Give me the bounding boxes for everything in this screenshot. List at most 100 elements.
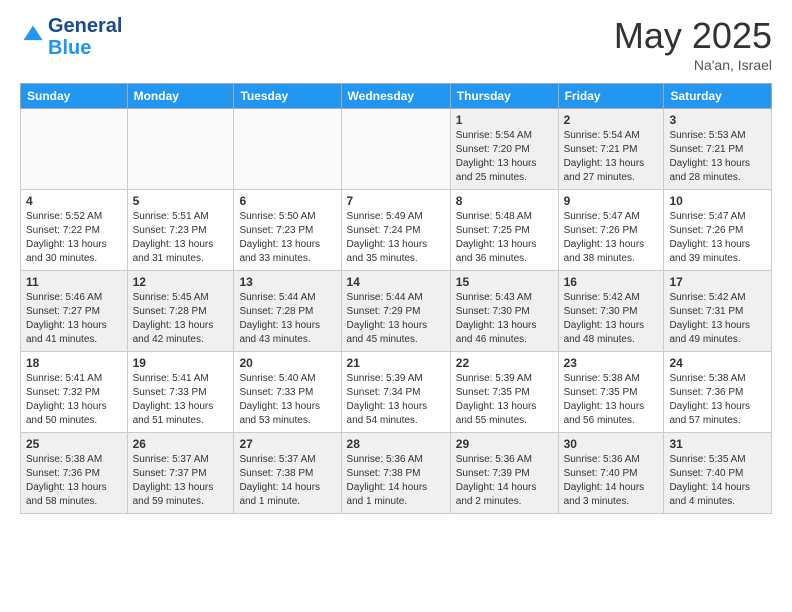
logo: General Blue [20,15,122,59]
day-info: Sunrise: 5:36 AMSunset: 7:38 PMDaylight:… [347,453,445,509]
day-number: 24 [669,356,766,370]
daylight-text: Daylight: 13 hours [456,158,537,169]
day-info: Sunrise: 5:43 AMSunset: 7:30 PMDaylight:… [456,291,553,347]
calendar-cell: 1Sunrise: 5:54 AMSunset: 7:20 PMDaylight… [450,109,558,190]
calendar-week-3: 18 Sunrise: 5:41 AM Sunset: 7:32 PM Dayligh… [21,352,772,433]
day-number: 17 [669,275,766,289]
daylight-text: and 50 minutes. [26,415,97,426]
day-number: 21 [347,356,445,370]
sunrise-text: Sunrise: 5:38 AM [564,373,640,384]
header-tuesday: Tuesday [234,84,341,109]
sunset-text: Sunset: 7:30 PM [456,306,530,317]
day-number: 31 [669,437,766,451]
day-number: 28 [347,437,445,451]
daylight-text: Daylight: 13 hours [456,239,537,250]
sunset-text: Sunset: 7:38 PM [239,468,313,479]
day-number: 6 [239,194,335,208]
sunset-text: Sunset: 7:25 PM [456,225,530,236]
sunset-text: Sunset: 7:23 PM [239,225,313,236]
sunset-text: Sunset: 7:33 PM [239,387,313,398]
sunset-text: Sunset: 7:22 PM [26,225,100,236]
sunrise-text: Sunrise: 5:45 AM [133,292,209,303]
calendar-cell: 27Sunrise: 5:37 AMSunset: 7:38 PMDayligh… [234,433,341,514]
sunset-text: Sunset: 7:39 PM [456,468,530,479]
daylight-text: and 1 minute. [347,496,408,507]
calendar-cell: 9Sunrise: 5:47 AMSunset: 7:26 PMDaylight… [558,190,664,271]
sunset-text: Sunset: 7:21 PM [564,144,638,155]
day-number: 26 [133,437,229,451]
sunrise-text: Sunrise: 5:53 AM [669,130,745,141]
daylight-text: and 59 minutes. [133,496,204,507]
month-title: May 2025 [614,15,772,57]
daylight-text: Daylight: 13 hours [133,239,214,250]
daylight-text: Daylight: 13 hours [133,482,214,493]
sunset-text: Sunset: 7:37 PM [133,468,207,479]
sunset-text: Sunset: 7:40 PM [669,468,743,479]
location-subtitle: Na'an, Israel [614,57,772,73]
sunset-text: Sunset: 7:31 PM [669,306,743,317]
sunset-text: Sunset: 7:35 PM [564,387,638,398]
day-number: 4 [26,194,122,208]
day-info: Sunrise: 5:42 AMSunset: 7:31 PMDaylight:… [669,291,766,347]
sunset-text: Sunset: 7:32 PM [26,387,100,398]
day-number: 16 [564,275,659,289]
calendar-cell: 4Sunrise: 5:52 AMSunset: 7:22 PMDaylight… [21,190,128,271]
sunrise-text: Sunrise: 5:41 AM [133,373,209,384]
day-number: 14 [347,275,445,289]
calendar-cell: 10Sunrise: 5:47 AMSunset: 7:26 PMDayligh… [664,190,772,271]
calendar-cell: 5Sunrise: 5:51 AMSunset: 7:23 PMDaylight… [127,190,234,271]
calendar-cell [234,109,341,190]
day-info: Sunrise: 5:41 AMSunset: 7:33 PMDaylight:… [133,372,229,428]
sunset-text: Sunset: 7:28 PM [133,306,207,317]
day-number: 13 [239,275,335,289]
day-number: 18 [26,356,122,370]
sunset-text: Sunset: 7:36 PM [26,468,100,479]
calendar-cell: 18Sunrise: 5:41 AMSunset: 7:32 PMDayligh… [21,352,128,433]
logo-text-line1: General [48,15,122,37]
daylight-text: Daylight: 13 hours [133,320,214,331]
sunset-text: Sunset: 7:24 PM [347,225,421,236]
daylight-text: and 35 minutes. [347,253,418,264]
day-info: Sunrise: 5:53 AMSunset: 7:21 PMDaylight:… [669,129,766,185]
daylight-text: and 4 minutes. [669,496,735,507]
calendar-cell: 26Sunrise: 5:37 AMSunset: 7:37 PMDayligh… [127,433,234,514]
calendar-week-0: 1Sunrise: 5:54 AMSunset: 7:20 PMDaylight… [21,109,772,190]
day-number: 19 [133,356,229,370]
daylight-text: and 43 minutes. [239,334,310,345]
sunrise-text: Sunrise: 5:36 AM [456,454,532,465]
calendar-table: Sunday Monday Tuesday Wednesday Thursday… [20,83,772,514]
day-info: Sunrise: 5:54 AMSunset: 7:21 PMDaylight:… [564,129,659,185]
header-sunday: Sunday [21,84,128,109]
day-info: Sunrise: 5:36 AMSunset: 7:40 PMDaylight:… [564,453,659,509]
daylight-text: Daylight: 14 hours [564,482,645,493]
calendar-week-1: 4Sunrise: 5:52 AMSunset: 7:22 PMDaylight… [21,190,772,271]
calendar-week-2: 11Sunrise: 5:46 AMSunset: 7:27 PMDayligh… [21,271,772,352]
daylight-text: and 33 minutes. [239,253,310,264]
day-info: Sunrise: 5:38 AMSunset: 7:35 PMDaylight:… [564,372,659,428]
day-number: 27 [239,437,335,451]
day-number: 22 [456,356,553,370]
calendar-week-4: 25Sunrise: 5:38 AMSunset: 7:36 PMDayligh… [21,433,772,514]
sunset-text: Sunset: 7:40 PM [564,468,638,479]
daylight-text: and 46 minutes. [456,334,527,345]
daylight-text: Daylight: 14 hours [456,482,537,493]
header-friday: Friday [558,84,664,109]
sunrise-text: Sunrise: 5:54 AM [564,130,640,141]
calendar-cell: 31Sunrise: 5:35 AMSunset: 7:40 PMDayligh… [664,433,772,514]
day-info: Sunrise: 5:38 AMSunset: 7:36 PMDaylight:… [26,453,122,509]
daylight-text: and 30 minutes. [26,253,97,264]
day-number: 12 [133,275,229,289]
sunset-text: Sunset: 7:20 PM [456,144,530,155]
daylight-text: Daylight: 13 hours [26,320,107,331]
daylight-text: and 27 minutes. [564,172,635,183]
calendar-cell: 23Sunrise: 5:38 AMSunset: 7:35 PMDayligh… [558,352,664,433]
daylight-text: Daylight: 14 hours [669,482,750,493]
daylight-text: Daylight: 13 hours [133,401,214,412]
day-info: Sunrise: 5:44 AMSunset: 7:28 PMDaylight:… [239,291,335,347]
day-info: Sunrise: 5:39 AMSunset: 7:34 PMDaylight:… [347,372,445,428]
sunrise-text: Sunrise: 5:42 AM [669,292,745,303]
daylight-text: Daylight: 13 hours [669,401,750,412]
daylight-text: and 53 minutes. [239,415,310,426]
daylight-text: Daylight: 13 hours [239,239,320,250]
sunset-text: Sunset: 7:35 PM [456,387,530,398]
